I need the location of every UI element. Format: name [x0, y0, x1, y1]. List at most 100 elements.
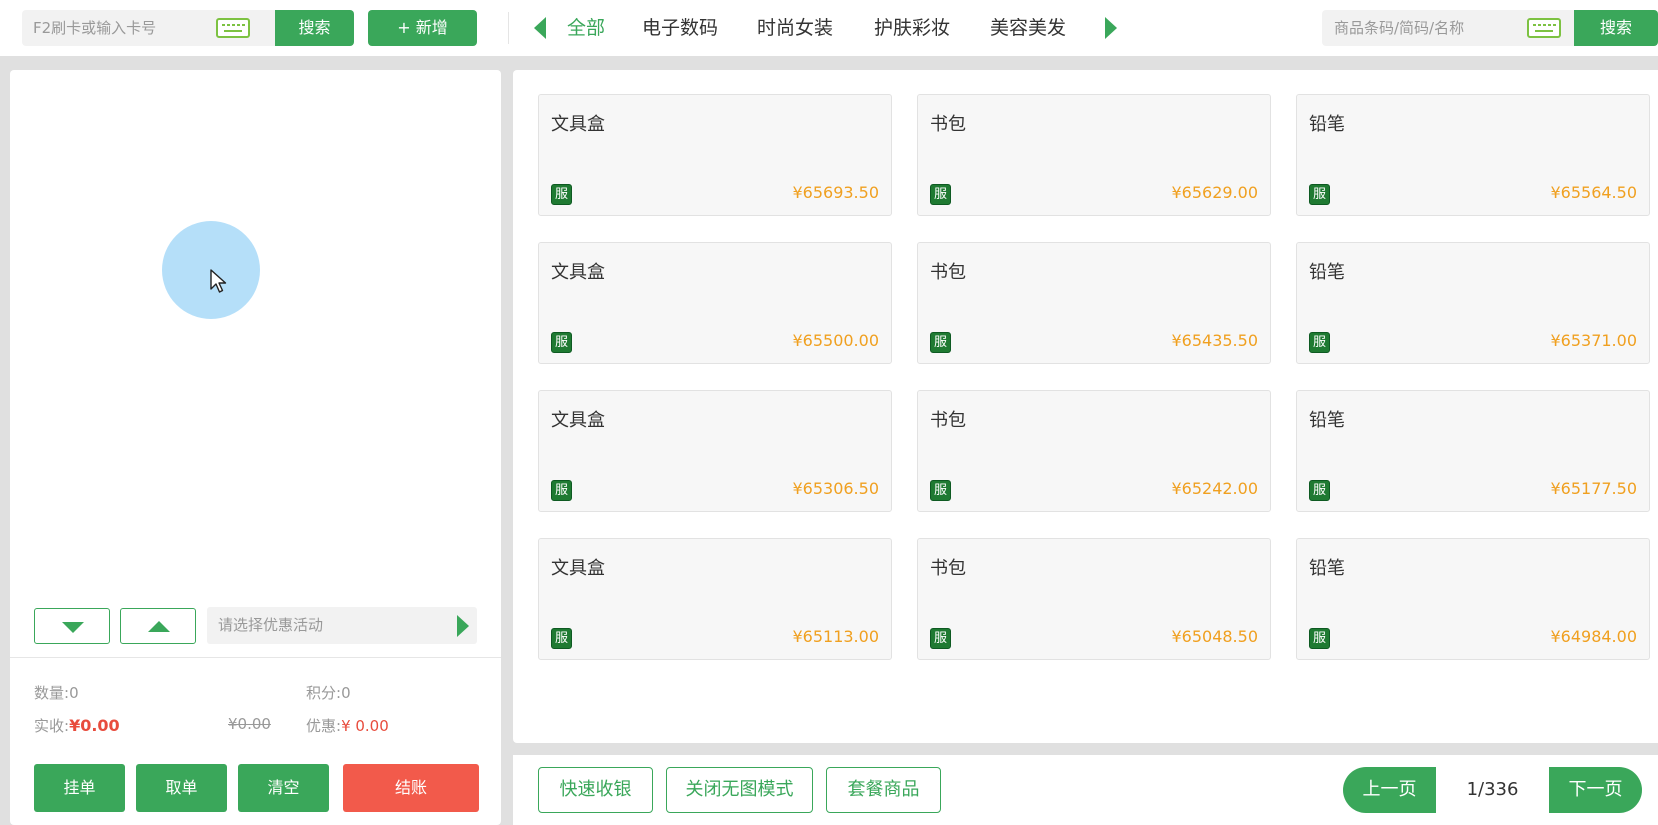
product-tag-badge: 服 [930, 628, 951, 649]
product-price: ¥64984.00 [1550, 627, 1637, 646]
category-tab-womens-fashion[interactable]: 时尚女装 [757, 14, 833, 42]
product-name: 书包 [930, 114, 966, 135]
product-price: ¥65435.50 [1171, 331, 1258, 350]
retrieve-order-button[interactable]: 取单 [136, 764, 227, 812]
product-price: ¥65306.50 [792, 479, 879, 498]
points-value: 0 [341, 684, 351, 702]
discount-stat: 优惠:¥ 0.00 [306, 715, 389, 736]
product-card[interactable]: 铅笔服 ¥65177.50 [1296, 390, 1650, 512]
product-name: 文具盒 [551, 558, 605, 579]
triangle-up-icon [148, 621, 170, 632]
product-card[interactable]: 铅笔服 ¥64984.00 [1296, 538, 1650, 660]
product-price: ¥65693.50 [792, 183, 879, 202]
scroll-up-button[interactable] [120, 608, 196, 644]
category-tab-all[interactable]: 全部 [567, 14, 605, 42]
promotion-placeholder: 请选择优惠活动 [218, 616, 324, 634]
no-image-mode-button[interactable]: 关闭无图模式 [666, 767, 813, 813]
points-label: 积分: [306, 684, 342, 702]
points-stat: 积分:0 [306, 682, 351, 703]
page-indicator: 1/336 [1466, 779, 1519, 800]
discount-label: 优惠: [306, 717, 342, 735]
product-tag-badge: 服 [930, 332, 951, 353]
category-next-icon[interactable] [1105, 17, 1117, 39]
prev-page-button[interactable]: 上一页 [1343, 767, 1436, 813]
card-number-placeholder: F2刷卡或输入卡号 [33, 19, 157, 37]
scroll-down-button[interactable] [34, 608, 110, 644]
product-name: 铅笔 [1309, 558, 1345, 579]
product-tag-badge: 服 [551, 184, 572, 205]
card-search-button[interactable]: 搜索 [275, 10, 354, 46]
quantity-value: 0 [69, 684, 79, 702]
product-tag-badge: 服 [1309, 480, 1330, 501]
product-name: 文具盒 [551, 410, 605, 431]
product-card[interactable]: 书包服 ¥65629.00 [917, 94, 1271, 216]
product-card[interactable]: 文具盒服 ¥65306.50 [538, 390, 892, 512]
combo-goods-button[interactable]: 套餐商品 [826, 767, 941, 813]
product-card[interactable]: 文具盒服 ¥65693.50 [538, 94, 892, 216]
original-price: ¥0.00 [228, 715, 271, 733]
product-price: ¥65500.00 [792, 331, 879, 350]
triangle-right-icon [457, 615, 469, 637]
promotion-select[interactable]: 请选择优惠活动 [207, 607, 477, 644]
product-tag-badge: 服 [551, 332, 572, 353]
keyboard-icon[interactable] [216, 18, 250, 38]
product-price: ¥65242.00 [1171, 479, 1258, 498]
next-page-button[interactable]: 下一页 [1549, 767, 1642, 813]
divider [10, 657, 501, 658]
product-name: 书包 [930, 410, 966, 431]
hold-order-button[interactable]: 挂单 [34, 764, 125, 812]
quick-checkout-button[interactable]: 快速收银 [538, 767, 653, 813]
quantity-stat: 数量:0 [34, 682, 79, 703]
clear-order-button[interactable]: 清空 [238, 764, 329, 812]
product-name: 书包 [930, 262, 966, 283]
discount-value: ¥ 0.00 [341, 717, 389, 735]
product-tag-badge: 服 [930, 184, 951, 205]
product-tag-badge: 服 [1309, 332, 1330, 353]
keyboard-icon[interactable] [1527, 18, 1561, 38]
product-tag-badge: 服 [930, 480, 951, 501]
category-tab-skincare[interactable]: 护肤彩妆 [874, 14, 950, 42]
received-stat: 实收:¥0.00 [34, 715, 120, 736]
quantity-label: 数量: [34, 684, 70, 702]
footer-bar: 快速收银 关闭无图模式 套餐商品 上一页 1/336 下一页 [513, 755, 1658, 825]
goods-search-button[interactable]: 搜索 [1574, 10, 1658, 46]
product-price: ¥65564.50 [1550, 183, 1637, 202]
mouse-cursor-icon [210, 269, 227, 293]
product-name: 文具盒 [551, 262, 605, 283]
product-price: ¥65371.00 [1550, 331, 1637, 350]
product-name: 铅笔 [1309, 410, 1345, 431]
product-card[interactable]: 铅笔服 ¥65564.50 [1296, 94, 1650, 216]
product-card[interactable]: 文具盒服 ¥65500.00 [538, 242, 892, 364]
product-tag-badge: 服 [1309, 184, 1330, 205]
received-value: ¥0.00 [69, 716, 120, 735]
category-prev-icon[interactable] [534, 17, 546, 39]
original-price-value: ¥0.00 [228, 715, 271, 733]
divider [508, 12, 509, 44]
product-price: ¥65629.00 [1171, 183, 1258, 202]
product-card[interactable]: 文具盒服 ¥65113.00 [538, 538, 892, 660]
product-tag-badge: 服 [551, 480, 572, 501]
product-card[interactable]: 书包服 ¥65048.50 [917, 538, 1271, 660]
top-bar: F2刷卡或输入卡号 搜索 + 新增 全部 电子数码 时尚女装 护肤彩妆 美容美发… [0, 0, 1658, 56]
product-card[interactable]: 书包服 ¥65435.50 [917, 242, 1271, 364]
product-grid: 文具盒服 ¥65693.50 书包服 ¥65629.00 铅笔服 ¥65564.50 文具盒… [513, 70, 1658, 743]
product-card[interactable]: 书包服 ¥65242.00 [917, 390, 1271, 512]
checkout-button[interactable]: 结账 [343, 764, 479, 812]
triangle-down-icon [62, 622, 84, 633]
product-name: 文具盒 [551, 114, 605, 135]
goods-search-placeholder: 商品条码/简码/名称 [1334, 19, 1465, 37]
product-price: ¥65113.00 [792, 627, 879, 646]
product-name: 铅笔 [1309, 262, 1345, 283]
product-card[interactable]: 铅笔服 ¥65371.00 [1296, 242, 1650, 364]
product-tag-badge: 服 [1309, 628, 1330, 649]
product-price: ¥65048.50 [1171, 627, 1258, 646]
product-name: 铅笔 [1309, 114, 1345, 135]
category-tab-electronics[interactable]: 电子数码 [642, 14, 718, 42]
product-tag-badge: 服 [551, 628, 572, 649]
add-member-button[interactable]: + 新增 [368, 10, 477, 46]
product-name: 书包 [930, 558, 966, 579]
received-label: 实收: [34, 717, 70, 735]
product-price: ¥65177.50 [1550, 479, 1637, 498]
category-tab-beauty[interactable]: 美容美发 [990, 14, 1066, 42]
order-panel: 请选择优惠活动 数量:0 积分:0 实收:¥0.00 ¥0.00 优惠:¥ 0.… [10, 70, 501, 825]
